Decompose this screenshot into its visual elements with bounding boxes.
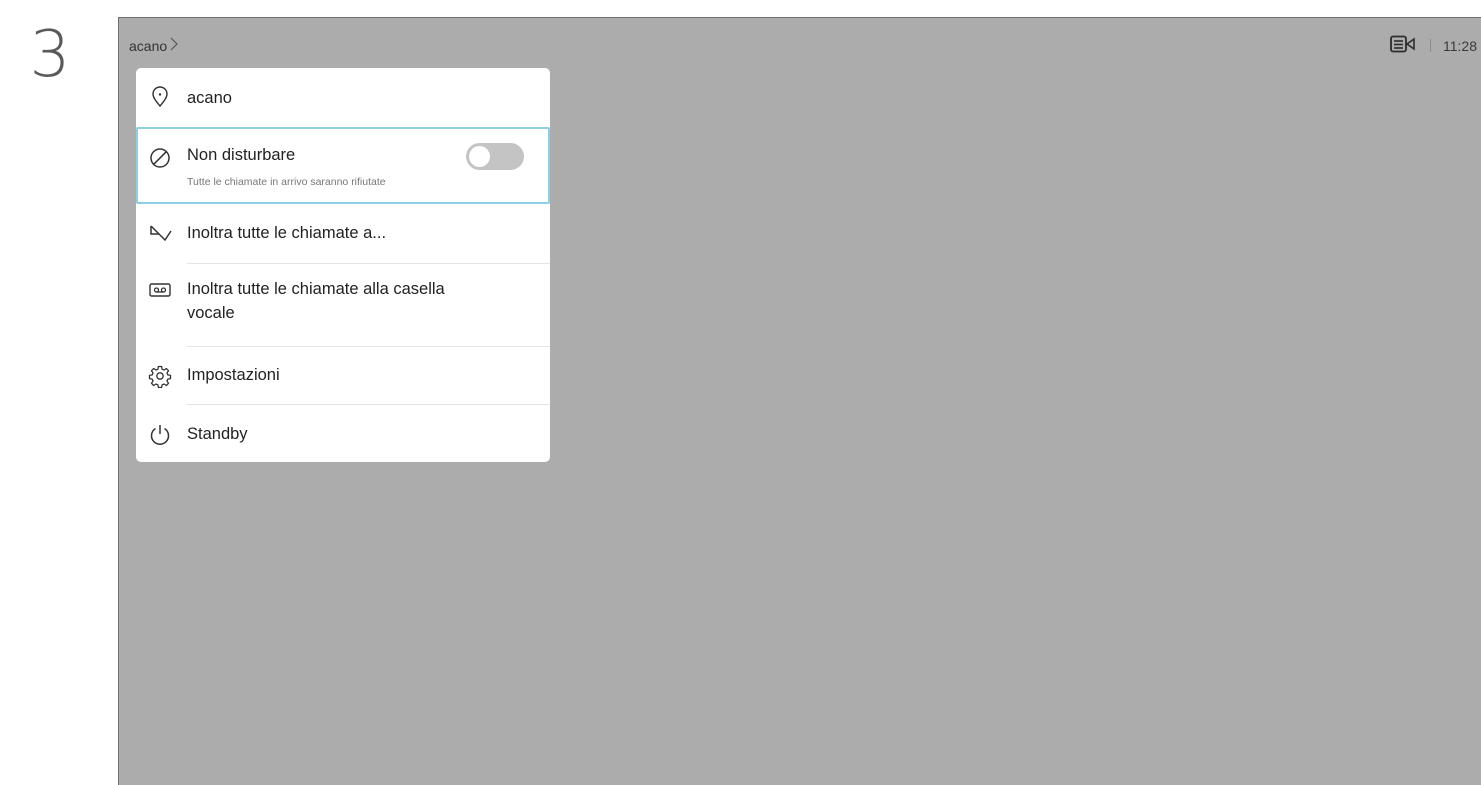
gear-icon [148, 364, 172, 389]
forward-arrow-icon [148, 222, 172, 246]
menu-item-standby[interactable]: Standby [136, 405, 550, 462]
step-number: 3 [29, 18, 71, 92]
menu-item-do-not-disturb[interactable]: Non disturbare Tutte le chiamate in arri… [136, 127, 550, 204]
video-layout-icon[interactable] [1390, 35, 1416, 56]
menu-item-settings[interactable]: Impostazioni [136, 347, 550, 404]
status-bar: 11:28 [1390, 35, 1477, 56]
separator [1430, 39, 1431, 52]
menu-item-label: Standby [187, 425, 248, 443]
voicemail-icon [148, 278, 172, 302]
menu-item-sublabel: Tutte le chiamate in arrivo saranno rifi… [187, 176, 386, 188]
menu-item-forward-voicemail[interactable]: Inoltra tutte le chiamate alla casella v… [136, 264, 550, 346]
location-pin-icon [148, 85, 172, 109]
context-menu: acano Non disturbare Tutte le chiamate i… [136, 68, 550, 462]
menu-item-forward-calls[interactable]: Inoltra tutte le chiamate a... [136, 204, 550, 263]
device-screen: acano 11:28 acano Non disturbare Tutte l… [118, 17, 1481, 785]
clock: 11:28 [1443, 37, 1477, 54]
menu-item-label: Non disturbare [187, 146, 296, 164]
dnd-toggle[interactable] [466, 143, 524, 170]
chevron-right-icon [170, 37, 179, 54]
menu-item-label: acano [187, 89, 232, 107]
toggle-knob [469, 146, 490, 167]
breadcrumb[interactable]: acano [129, 37, 179, 54]
menu-item-label-line1: Inoltra tutte le chiamate alla casella [187, 280, 445, 298]
power-icon [148, 423, 172, 447]
block-icon [148, 146, 172, 170]
breadcrumb-label: acano [129, 37, 168, 54]
menu-item-label: Inoltra tutte le chiamate a... [187, 224, 387, 242]
menu-item-location[interactable]: acano [136, 68, 550, 127]
menu-item-label-line2: vocale [187, 304, 235, 322]
menu-item-label: Impostazioni [187, 366, 280, 384]
